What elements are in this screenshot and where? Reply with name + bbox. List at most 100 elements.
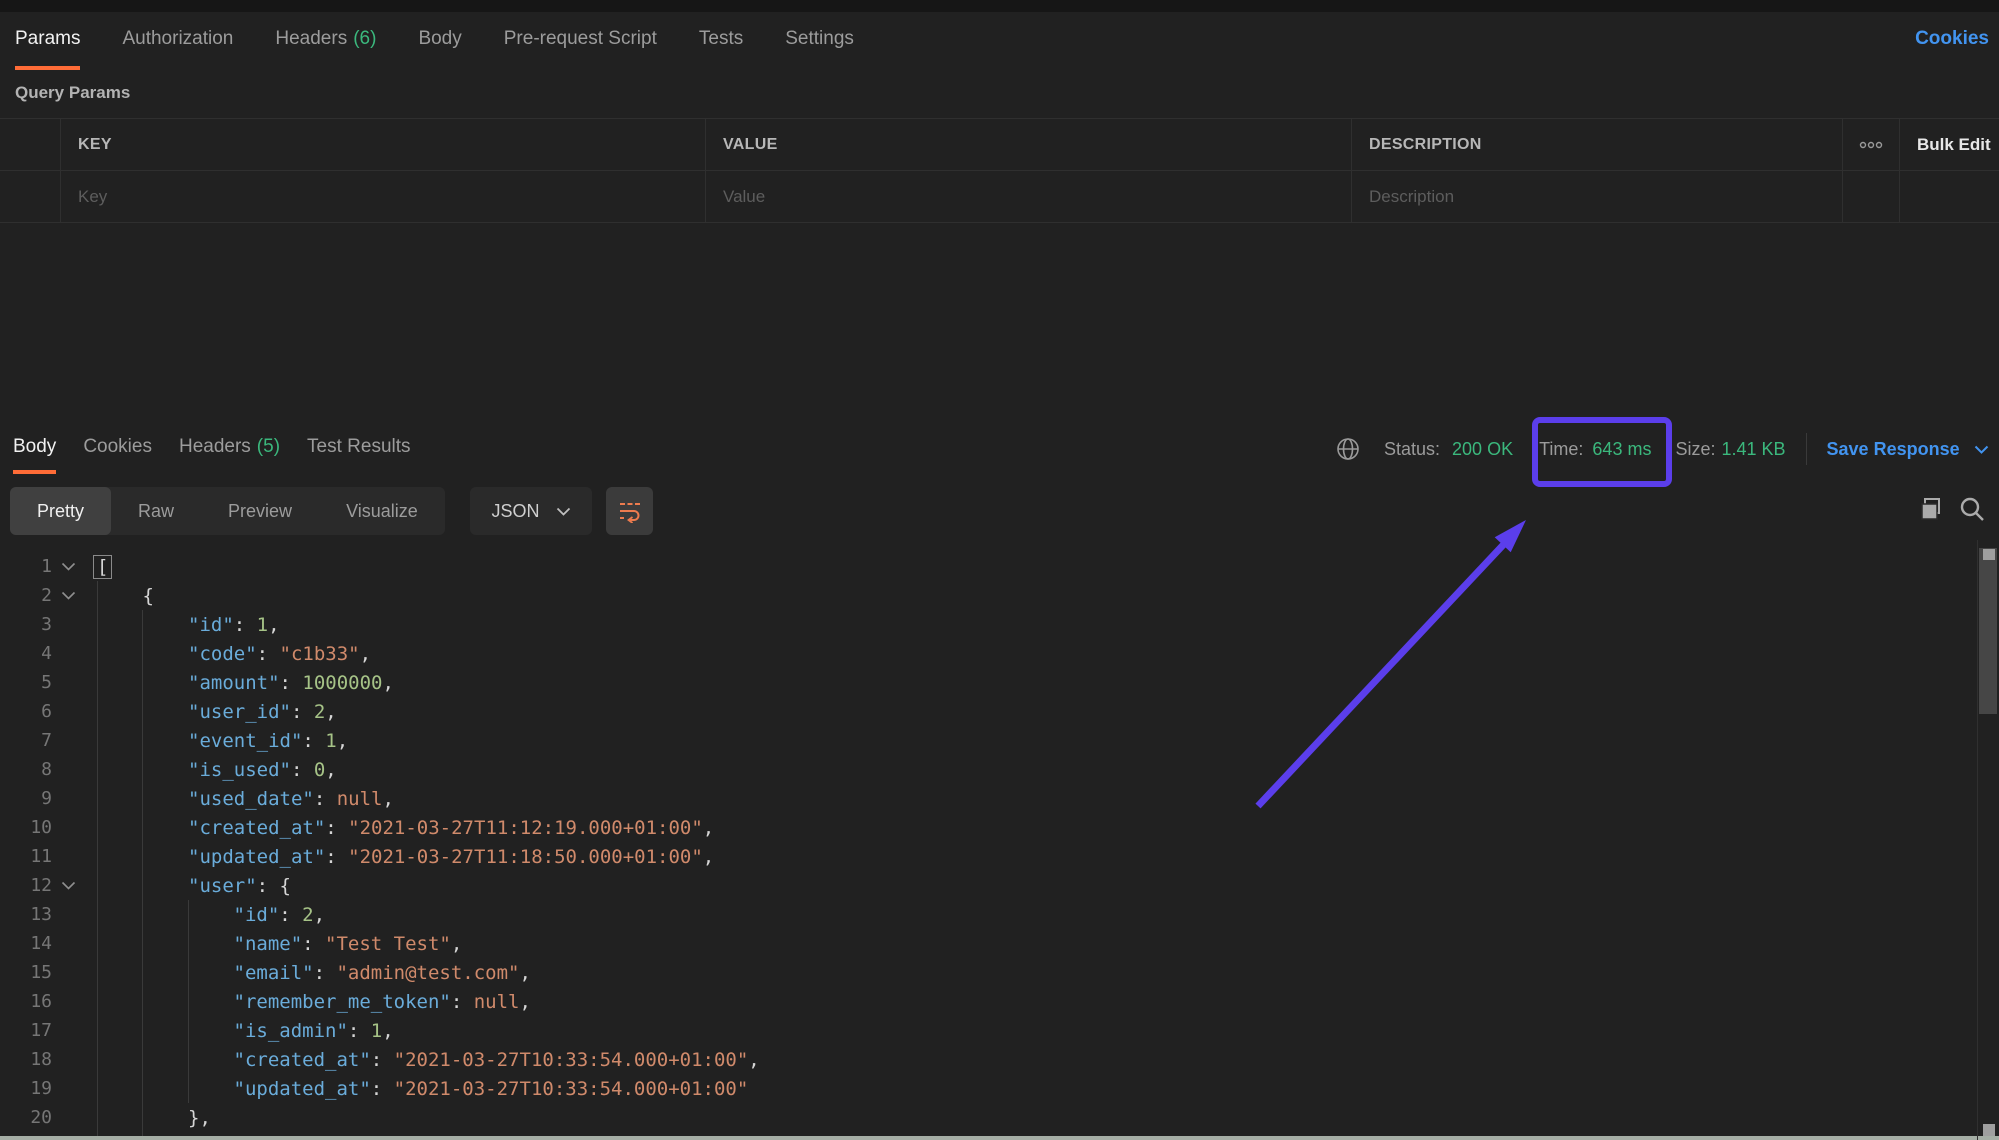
copy-response-button[interactable] (1918, 496, 1945, 523)
code-line: 5 "amount": 1000000, (0, 668, 1977, 697)
token-punc: : (325, 845, 349, 868)
params-input-row: Key Value Description (0, 170, 1999, 222)
request-tabs: Params Authorization Headers (6) Body Pre-req… (0, 12, 1999, 70)
token-key: "user" (188, 874, 257, 897)
token-punc: : (302, 932, 326, 955)
code-text: "user": { (84, 875, 291, 897)
query-params-title: Query Params (15, 83, 131, 102)
tab-authorization[interactable]: Authorization (122, 12, 233, 70)
tab-body[interactable]: Body (13, 424, 57, 474)
mode-pretty[interactable]: Pretty (10, 487, 112, 535)
token-str: "2021-03-27T10:33:54.000+01:00" (393, 1048, 749, 1071)
indent-guide (142, 610, 143, 1136)
token-key: "event_id" (188, 729, 303, 752)
token-num: 1 (370, 1019, 383, 1042)
token-num: 1 (325, 729, 337, 752)
line-number: 15 (30, 962, 52, 983)
fold-chevron-icon[interactable] (52, 881, 84, 890)
code-line: 2{ (0, 581, 1977, 610)
token-punc: : (347, 1019, 371, 1042)
mode-visualize[interactable]: Visualize (319, 487, 445, 535)
scrollbar-handle-bottom[interactable] (1983, 1124, 1995, 1136)
bulk-edit-button[interactable]: Bulk Edit (1899, 119, 1999, 170)
format-dropdown-label: JSON (491, 500, 540, 521)
token-punc: : (313, 961, 337, 984)
code-text: "name": "Test Test", (84, 932, 463, 955)
code-text: "event_id": 1, (84, 730, 348, 752)
tab-test-results[interactable]: Test Results (307, 424, 410, 474)
line-number: 18 (30, 1049, 52, 1070)
token-punc: : (256, 874, 280, 897)
scrollbar-handle-top[interactable] (1983, 549, 1995, 560)
tab-tests[interactable]: Tests (699, 12, 743, 70)
code-line: 16 "remember_me_token": null, (0, 987, 1977, 1016)
code-line: 13 "id": 2, (0, 900, 1977, 929)
tab-headers[interactable]: Headers (6) (275, 12, 376, 70)
line-number: 2 (41, 585, 52, 606)
code-line: 3 "id": 1, (0, 610, 1977, 639)
fold-chevron-icon[interactable] (52, 591, 84, 600)
search-response-button[interactable] (1958, 495, 1986, 523)
code-line: 18 "created_at": "2021-03-27T10:33:54.000… (0, 1045, 1977, 1074)
param-value-input[interactable]: Value (705, 171, 1351, 222)
token-punc: , (325, 700, 337, 723)
token-num: 1000000 (302, 671, 383, 694)
token-punc: : (279, 671, 303, 694)
code-text: "amount": 1000000, (84, 672, 394, 694)
fold-chevron-icon[interactable] (52, 562, 84, 571)
more-actions-button[interactable] (1842, 119, 1899, 170)
token-key: "user_id" (188, 700, 291, 723)
scrollbar-thumb[interactable] (1979, 548, 1997, 714)
save-response-button[interactable]: Save Response (1827, 439, 1989, 460)
tab-label: Settings (785, 28, 854, 49)
line-number: 12 (30, 875, 52, 896)
tab-label: Test Results (307, 436, 411, 457)
code-text: "is_used": 0, (84, 759, 337, 781)
param-key-input[interactable]: Key (60, 171, 705, 222)
tab-cookies[interactable]: Cookies (83, 424, 152, 474)
token-punc: , (359, 642, 372, 665)
token-nul: null (336, 787, 383, 810)
code-text: "created_at": "2021-03-27T10:33:54.000+0… (84, 1049, 760, 1071)
code-line: 15 "email": "admin@test.com", (0, 958, 1977, 987)
token-str: "2021-03-27T10:33:54.000+01:00" (393, 1077, 749, 1100)
token-punc: , (748, 1048, 760, 1071)
tab-headers[interactable]: Headers (5) (179, 424, 280, 474)
line-number: 8 (41, 759, 52, 780)
tab-body[interactable]: Body (418, 12, 461, 70)
mode-raw[interactable]: Raw (111, 487, 201, 535)
wrap-line-button[interactable] (606, 487, 653, 535)
wrap-line-icon (617, 499, 643, 523)
token-punc: , (382, 671, 394, 694)
token-key: "created_at" (233, 1048, 371, 1071)
code-line: 8 "is_used": 0, (0, 755, 1977, 784)
code-line: 10 "created_at": "2021-03-27T11:12:19.000… (0, 813, 1977, 842)
token-punc: : (290, 700, 314, 723)
code-text: { (84, 585, 154, 607)
token-punc: , (325, 758, 337, 781)
copy-icon (1918, 496, 1945, 523)
status-bar-divider (1805, 433, 1807, 465)
tab-params[interactable]: Params (15, 12, 81, 70)
token-key: "updated_at" (188, 845, 326, 868)
tab-label: Authorization (122, 28, 234, 49)
format-dropdown[interactable]: JSON (470, 487, 592, 535)
tab-pre-request-script[interactable]: Pre-request Script (504, 12, 657, 70)
row-select-column (0, 119, 60, 170)
token-key: "is_admin" (233, 1019, 348, 1042)
code-line: 17 "is_admin": 1, (0, 1016, 1977, 1045)
tab-settings[interactable]: Settings (785, 12, 854, 70)
mode-preview[interactable]: Preview (201, 487, 319, 535)
row-actions-cell (1842, 171, 1899, 222)
token-punc: , (382, 1019, 394, 1042)
line-number: 5 (41, 672, 52, 693)
cookies-link[interactable]: Cookies (1915, 28, 1989, 50)
code-text: "is_admin": 1, (84, 1020, 394, 1042)
time-label: Time: (1539, 438, 1584, 459)
param-description-input[interactable]: Description (1351, 171, 1842, 222)
code-line: 1[ (0, 552, 1977, 581)
line-number: 17 (30, 1020, 52, 1041)
query-params-table: KEY VALUE DESCRIPTION Bulk Edit Key Valu… (0, 118, 1999, 223)
token-key: "updated_at" (233, 1077, 371, 1100)
code-text: "updated_at": "2021-03-27T10:33:54.000+0… (84, 1077, 749, 1100)
